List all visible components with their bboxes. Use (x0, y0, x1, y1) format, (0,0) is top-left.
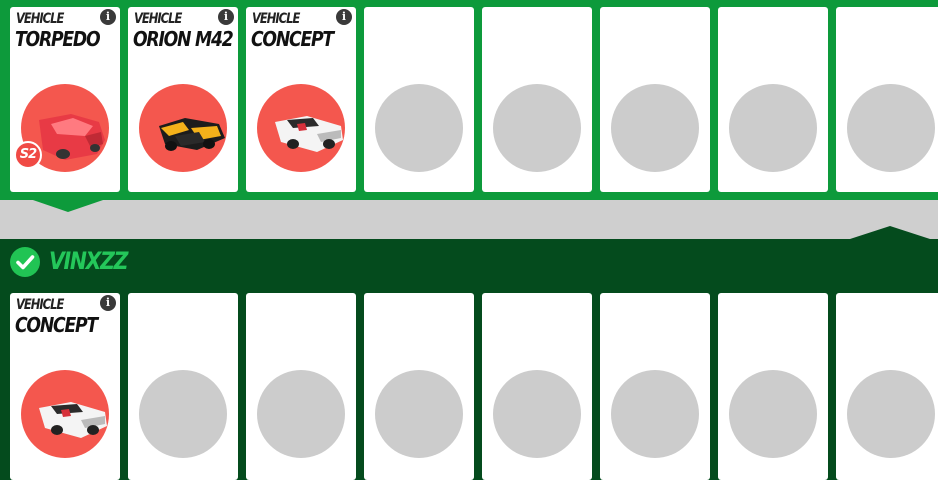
player-name: VINXZZ (49, 247, 128, 275)
card-type-label: VEHICLE (134, 11, 182, 27)
empty-card-slot[interactable] (836, 7, 938, 192)
card-type-label: VEHICLE (16, 11, 64, 27)
empty-card-slot[interactable] (600, 7, 710, 192)
info-icon[interactable]: i (218, 9, 234, 25)
white-car-icon (275, 116, 343, 152)
vehicle-card-row: VEHICLE TORPEDO i S2 VEHICLE ORION M42 i (10, 7, 938, 192)
card-type-label: VEHICLE (252, 11, 300, 27)
vehicle-card-orion-m42[interactable]: VEHICLE ORION M42 i (128, 7, 238, 192)
vehicle-card-concept[interactable]: VEHICLE CONCEPT i (246, 7, 356, 192)
empty-portrait (375, 84, 463, 172)
empty-card-slot[interactable] (718, 7, 828, 192)
vehicle-portrait (257, 84, 345, 172)
info-icon[interactable]: i (100, 295, 116, 311)
card-vehicle-name: CONCEPT (15, 313, 98, 337)
empty-portrait (257, 370, 345, 458)
empty-portrait (729, 84, 817, 172)
info-icon[interactable]: i (336, 9, 352, 25)
card-type-label: VEHICLE (16, 297, 64, 313)
empty-card-slot[interactable] (482, 293, 592, 480)
panel-pointer (30, 199, 106, 212)
card-vehicle-name: TORPEDO (15, 27, 101, 51)
white-car-icon (39, 402, 107, 438)
card-vehicle-name: ORION M42 (133, 27, 234, 51)
empty-portrait (847, 84, 935, 172)
empty-card-slot[interactable] (128, 293, 238, 480)
empty-card-slot[interactable] (836, 293, 938, 480)
vehicle-card-row: VEHICLE CONCEPT i (10, 293, 938, 480)
check-icon (10, 247, 40, 277)
loadout-panel-top: VEHICLE TORPEDO i S2 VEHICLE ORION M42 i (0, 0, 938, 200)
player-loadout-panel: VINXZZ VEHICLE CONCEPT i (0, 239, 938, 480)
empty-card-slot[interactable] (364, 293, 474, 480)
card-vehicle-name: CONCEPT (251, 27, 334, 51)
empty-portrait (729, 370, 817, 458)
empty-portrait (611, 370, 699, 458)
empty-card-slot[interactable] (364, 7, 474, 192)
vehicle-portrait (21, 370, 109, 458)
empty-card-slot[interactable] (600, 293, 710, 480)
yellow-car-icon (159, 118, 225, 151)
empty-card-slot[interactable] (482, 7, 592, 192)
empty-portrait (611, 84, 699, 172)
empty-card-slot[interactable] (246, 293, 356, 480)
panel-pointer (850, 226, 930, 239)
empty-portrait (493, 84, 581, 172)
empty-portrait (493, 370, 581, 458)
empty-portrait (139, 370, 227, 458)
info-icon[interactable]: i (100, 9, 116, 25)
vehicle-card-torpedo[interactable]: VEHICLE TORPEDO i S2 (10, 7, 120, 192)
empty-portrait (847, 370, 935, 458)
empty-card-slot[interactable] (718, 293, 828, 480)
vehicle-portrait (139, 84, 227, 172)
vehicle-card-concept[interactable]: VEHICLE CONCEPT i (10, 293, 120, 480)
empty-portrait (375, 370, 463, 458)
season-badge: S2 (14, 141, 42, 169)
